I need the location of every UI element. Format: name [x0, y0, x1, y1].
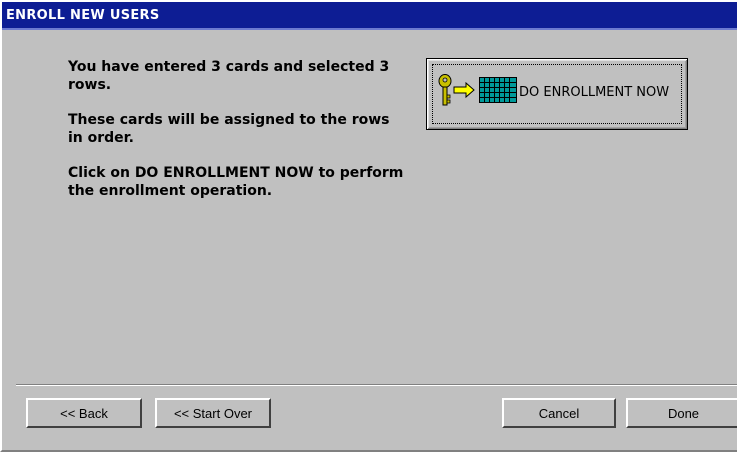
cancel-button[interactable]: Cancel: [502, 398, 616, 428]
window-title: ENROLL NEW USERS: [6, 8, 160, 23]
do-enrollment-now-label: DO ENROLLMENT NOW: [519, 85, 670, 100]
done-button[interactable]: Done: [626, 398, 737, 428]
enroll-dialog: ENROLL NEW USERS You have entered 3 card…: [0, 0, 737, 452]
instruction-line-2: These cards will be assigned to the rows…: [68, 112, 390, 146]
start-over-button[interactable]: << Start Over: [155, 398, 271, 428]
key-icon: [438, 74, 475, 106]
footer-separator: [16, 384, 737, 386]
instruction-line-1: You have entered 3 cards and selected 3 …: [68, 59, 390, 93]
title-bar[interactable]: ENROLL NEW USERS: [2, 2, 737, 30]
do-enrollment-now-button[interactable]: DO ENROLLMENT NOW: [426, 58, 688, 130]
back-button[interactable]: << Back: [26, 398, 142, 428]
instructions-text: You have entered 3 cards and selected 3 …: [68, 58, 408, 217]
instruction-line-3: Click on DO ENROLLMENT NOW to perform th…: [68, 165, 404, 199]
arrow-right-icon: [453, 81, 475, 99]
grid-icon: [479, 77, 517, 103]
